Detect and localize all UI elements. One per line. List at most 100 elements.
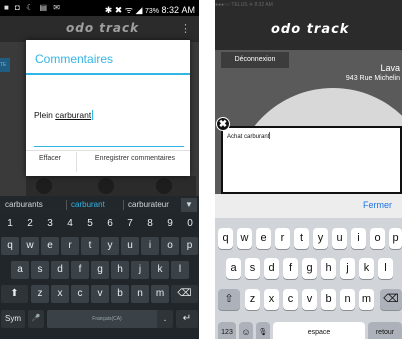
enter-icon[interactable]: ↵: [176, 310, 198, 328]
key[interactable]: x: [264, 289, 279, 310]
key[interactable]: v: [302, 289, 317, 310]
key[interactable]: k: [359, 258, 374, 279]
key[interactable]: u: [332, 228, 347, 249]
key[interactable]: e: [41, 237, 59, 255]
signal-icons: ✱ ✖ ᯤ ◢: [104, 5, 143, 15]
key[interactable]: w: [21, 237, 39, 255]
key[interactable]: c: [283, 289, 298, 310]
key[interactable]: l: [171, 261, 189, 279]
key[interactable]: p: [181, 237, 198, 255]
button-divider: [26, 150, 190, 151]
backspace-icon[interactable]: ⌫: [380, 289, 402, 310]
key[interactable]: m: [151, 285, 169, 303]
key[interactable]: f: [71, 261, 89, 279]
key[interactable]: t: [81, 237, 99, 255]
key[interactable]: 4: [61, 215, 79, 233]
key[interactable]: 1: [1, 215, 19, 233]
key[interactable]: e: [256, 228, 271, 249]
suggestion-3[interactable]: carburateur: [128, 200, 169, 209]
button-separator: [76, 152, 77, 172]
suggestion-divider: [66, 200, 67, 210]
key[interactable]: y: [313, 228, 328, 249]
key[interactable]: 5: [81, 215, 99, 233]
key[interactable]: j: [340, 258, 355, 279]
key[interactable]: w: [237, 228, 252, 249]
save-comments-button[interactable]: Enregistrer commentaires: [80, 155, 190, 162]
battery-level: 73%: [144, 8, 159, 15]
close-icon[interactable]: ✖: [216, 117, 230, 131]
key[interactable]: d: [51, 261, 69, 279]
key[interactable]: x: [51, 285, 69, 303]
symbols-key[interactable]: Sym: [1, 310, 25, 328]
key[interactable]: g: [91, 261, 109, 279]
suggestion-1[interactable]: carburants: [5, 200, 43, 209]
key[interactable]: 2: [21, 215, 39, 233]
key[interactable]: a: [226, 258, 241, 279]
key[interactable]: v: [91, 285, 109, 303]
chevron-down-icon[interactable]: ▼: [181, 198, 197, 212]
key[interactable]: l: [378, 258, 393, 279]
key[interactable]: j: [131, 261, 149, 279]
key[interactable]: z: [31, 285, 49, 303]
key[interactable]: b: [111, 285, 129, 303]
return-key[interactable]: retour: [368, 322, 402, 339]
key[interactable]: t: [294, 228, 309, 249]
key[interactable]: 3: [41, 215, 59, 233]
microphone-icon[interactable]: 🎤: [28, 310, 44, 328]
period-key[interactable]: .: [157, 310, 173, 328]
key[interactable]: 7: [121, 215, 139, 233]
key[interactable]: h: [111, 261, 129, 279]
close-button[interactable]: Fermer: [363, 200, 392, 210]
overflow-menu-icon[interactable]: ⋮: [180, 22, 191, 35]
key[interactable]: r: [61, 237, 79, 255]
key[interactable]: o: [161, 237, 179, 255]
location-name: Lava: [380, 63, 400, 73]
key[interactable]: a: [11, 261, 29, 279]
microphone-icon[interactable]: 🎙: [256, 322, 270, 339]
key[interactable]: k: [151, 261, 169, 279]
text-cursor: [92, 110, 94, 120]
key[interactable]: 8: [141, 215, 159, 233]
key[interactable]: u: [121, 237, 139, 255]
key[interactable]: z: [245, 289, 260, 310]
suggestion-2[interactable]: carburant: [71, 200, 105, 209]
text-cursor: [269, 132, 271, 139]
key[interactable]: q: [1, 237, 19, 255]
key[interactable]: 0: [181, 215, 199, 233]
key[interactable]: y: [101, 237, 119, 255]
key[interactable]: s: [31, 261, 49, 279]
key[interactable]: h: [321, 258, 336, 279]
key[interactable]: p: [389, 228, 402, 249]
key[interactable]: n: [340, 289, 355, 310]
key[interactable]: f: [283, 258, 298, 279]
key[interactable]: r: [275, 228, 290, 249]
numbers-key[interactable]: 123: [218, 322, 236, 339]
shift-icon[interactable]: ⇧: [218, 289, 240, 310]
comment-text-underlined: carburant: [55, 110, 92, 120]
key[interactable]: i: [351, 228, 366, 249]
key[interactable]: g: [302, 258, 317, 279]
key[interactable]: b: [321, 289, 336, 310]
space-key[interactable]: Français(CA): [47, 310, 167, 328]
key[interactable]: 9: [161, 215, 179, 233]
notification-icons: ■ ◘ ☾ ▤ ✉: [4, 3, 62, 12]
clear-button[interactable]: Effacer: [26, 155, 74, 162]
key[interactable]: 6: [101, 215, 119, 233]
space-key[interactable]: espace: [273, 322, 365, 339]
emoji-icon[interactable]: ☺: [239, 322, 253, 339]
key[interactable]: d: [264, 258, 279, 279]
key[interactable]: o: [370, 228, 385, 249]
key[interactable]: i: [141, 237, 159, 255]
comment-input[interactable]: Plein carburant: [34, 110, 94, 120]
logout-button[interactable]: Déconnexion: [221, 52, 289, 68]
key[interactable]: q: [218, 228, 233, 249]
comment-textbox[interactable]: Achat carburant: [221, 126, 402, 194]
key[interactable]: s: [245, 258, 260, 279]
key[interactable]: m: [359, 289, 374, 310]
number-row: 1 2 3 4 5 6 7 8 9 0: [0, 215, 199, 237]
key[interactable]: c: [71, 285, 89, 303]
android-screen: ■ ◘ ☾ ▤ ✉ ✱ ✖ ᯤ ◢ 73% 8:32 AM odo track …: [0, 0, 199, 339]
shift-icon[interactable]: ⬆: [1, 285, 28, 303]
backspace-icon[interactable]: ⌫: [171, 285, 198, 303]
key[interactable]: n: [131, 285, 149, 303]
